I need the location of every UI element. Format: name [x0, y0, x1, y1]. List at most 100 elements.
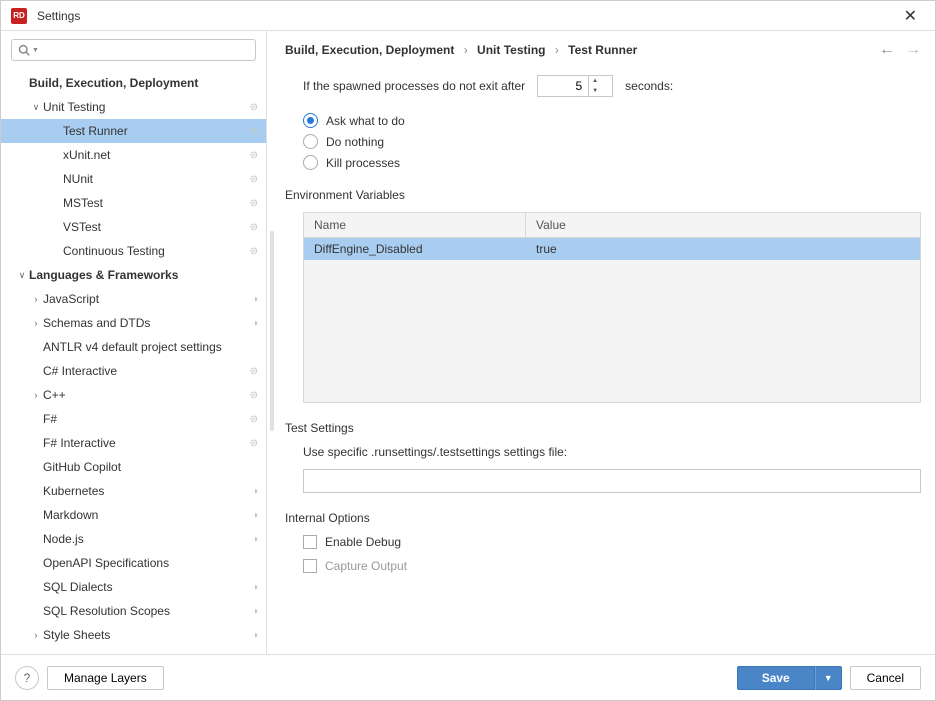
tree-arrow-icon[interactable]: › — [29, 318, 43, 328]
tree-item[interactable]: MSTest⊜ — [1, 191, 266, 215]
checkbox-icon[interactable] — [303, 559, 317, 573]
tree-arrow-icon[interactable]: › — [29, 294, 43, 304]
tree-item[interactable]: xUnit.net⊜ — [1, 143, 266, 167]
tree-item-label: ANTLR v4 default project settings — [43, 340, 258, 354]
env-row[interactable]: DiffEngine_Disabledtrue — [304, 238, 920, 260]
close-icon[interactable]: ✕ — [896, 4, 925, 28]
timeout-spinner[interactable]: ▲ ▼ — [537, 75, 613, 97]
tree-item[interactable]: GitHub Copilot — [1, 455, 266, 479]
tree-arrow-icon[interactable]: › — [29, 390, 43, 400]
radio-icon[interactable] — [303, 134, 318, 149]
scope-marker-icon: ◑ — [252, 510, 258, 521]
tree-item-label: Schemas and DTDs — [43, 316, 252, 330]
tree-arrow-icon[interactable]: › — [29, 630, 43, 640]
scope-marker-icon: ◑ — [252, 582, 258, 593]
env-cell-value[interactable]: true — [526, 238, 920, 260]
tree-item[interactable]: ∨Languages & Frameworks — [1, 263, 266, 287]
tree-item[interactable]: SQL Dialects◑ — [1, 575, 266, 599]
tree-item-label: Node.js — [43, 532, 252, 546]
tree-item-label: Languages & Frameworks — [29, 268, 258, 282]
manage-layers-button[interactable]: Manage Layers — [47, 666, 164, 690]
radio-option[interactable]: Kill processes — [303, 155, 921, 170]
tree-item[interactable]: ›JavaScript◑ — [1, 287, 266, 311]
env-header-name[interactable]: Name — [304, 213, 526, 237]
checkbox-option[interactable]: Enable Debug — [303, 535, 921, 549]
tree-item[interactable]: Node.js◑ — [1, 527, 266, 551]
tree-arrow-icon[interactable]: ∨ — [29, 102, 43, 113]
tree-item[interactable]: ›C++⊜ — [1, 383, 266, 407]
tree-item[interactable]: Test Runner⊜ — [1, 119, 266, 143]
search-dropdown-icon[interactable]: ▼ — [32, 47, 39, 54]
tree-item[interactable]: SQL Resolution Scopes◑ — [1, 599, 266, 623]
test-settings-label: Use specific .runsettings/.testsettings … — [303, 445, 921, 459]
search-input[interactable]: ▼ — [11, 39, 256, 61]
scope-marker-icon: ⊜ — [250, 174, 258, 185]
cancel-button[interactable]: Cancel — [850, 666, 921, 690]
scope-marker-icon: ⊜ — [250, 414, 258, 425]
scope-marker-icon: ◑ — [252, 606, 258, 617]
breadcrumb-part: Test Runner — [568, 43, 637, 57]
breadcrumb: Build, Execution, Deployment › Unit Test… — [285, 43, 879, 57]
tree-item[interactable]: F#⊜ — [1, 407, 266, 431]
tree-item[interactable]: Build, Execution, Deployment — [1, 71, 266, 95]
spinner-up-icon[interactable]: ▲ — [589, 76, 601, 86]
scope-marker-icon: ◑ — [252, 318, 258, 329]
env-header-value[interactable]: Value — [526, 213, 920, 237]
breadcrumb-part[interactable]: Build, Execution, Deployment — [285, 43, 454, 57]
tree-item[interactable]: NUnit⊜ — [1, 167, 266, 191]
radio-icon[interactable] — [303, 113, 318, 128]
chevron-right-icon: › — [555, 43, 559, 57]
spinner-down-icon[interactable]: ▼ — [589, 86, 601, 96]
env-section-title: Environment Variables — [285, 188, 921, 202]
tree-item-label: Unit Testing — [43, 100, 250, 114]
tree-item[interactable]: Markdown◑ — [1, 503, 266, 527]
tree-item[interactable]: Continuous Testing⊜ — [1, 239, 266, 263]
tree-item[interactable]: VSTest⊜ — [1, 215, 266, 239]
scope-marker-icon: ◑ — [252, 630, 258, 641]
radio-label: Do nothing — [326, 135, 384, 149]
test-settings-input[interactable] — [303, 469, 921, 493]
tree-item[interactable]: C# Interactive⊜ — [1, 359, 266, 383]
tree-item[interactable]: ∨Unit Testing⊜ — [1, 95, 266, 119]
radio-icon[interactable] — [303, 155, 318, 170]
save-dropdown-icon[interactable]: ▼ — [815, 666, 842, 690]
tree-item[interactable]: F# Interactive⊜ — [1, 431, 266, 455]
scope-marker-icon: ⊜ — [250, 102, 258, 113]
tree-item-label: SQL Resolution Scopes — [43, 604, 252, 618]
search-icon — [18, 44, 30, 56]
scope-marker-icon: ◑ — [252, 534, 258, 545]
timeout-input[interactable] — [538, 76, 588, 96]
scope-marker-icon: ⊜ — [250, 198, 258, 209]
tree-item-label: C# Interactive — [43, 364, 250, 378]
tree-item-label: Continuous Testing — [63, 244, 250, 258]
main-panel: Build, Execution, Deployment › Unit Test… — [277, 31, 935, 654]
scope-marker-icon: ⊜ — [250, 222, 258, 233]
tree-item-label: OpenAPI Specifications — [43, 556, 258, 570]
tree-arrow-icon[interactable]: ∨ — [15, 270, 29, 281]
help-button[interactable]: ? — [15, 666, 39, 690]
app-icon: RD — [11, 8, 27, 24]
env-cell-name[interactable]: DiffEngine_Disabled — [304, 238, 526, 260]
scope-marker-icon: ⊜ — [250, 438, 258, 449]
tree-item[interactable]: ›Schemas and DTDs◑ — [1, 311, 266, 335]
radio-option[interactable]: Do nothing — [303, 134, 921, 149]
radio-option[interactable]: Ask what to do — [303, 113, 921, 128]
checkbox-option[interactable]: Capture Output — [303, 559, 921, 573]
search-field[interactable] — [43, 43, 249, 57]
save-button[interactable]: Save — [737, 666, 815, 690]
scope-marker-icon: ◑ — [252, 486, 258, 497]
splitter[interactable] — [267, 31, 277, 654]
breadcrumb-part[interactable]: Unit Testing — [477, 43, 545, 57]
nav-back-icon[interactable]: ← — [879, 41, 895, 59]
tree-item[interactable]: OpenAPI Specifications — [1, 551, 266, 575]
tree-item[interactable]: ›Style Sheets◑ — [1, 623, 266, 647]
sidebar: ▼ Build, Execution, Deployment∨Unit Test… — [1, 31, 267, 654]
radio-label: Ask what to do — [326, 114, 405, 128]
tree-item[interactable]: Kubernetes◑ — [1, 479, 266, 503]
tree-item-label: JavaScript — [43, 292, 252, 306]
tree-item[interactable]: ANTLR v4 default project settings — [1, 335, 266, 359]
scope-marker-icon: ◑ — [252, 294, 258, 305]
checkbox-icon[interactable] — [303, 535, 317, 549]
scope-marker-icon: ⊜ — [250, 390, 258, 401]
nav-forward-icon[interactable]: → — [905, 41, 921, 59]
